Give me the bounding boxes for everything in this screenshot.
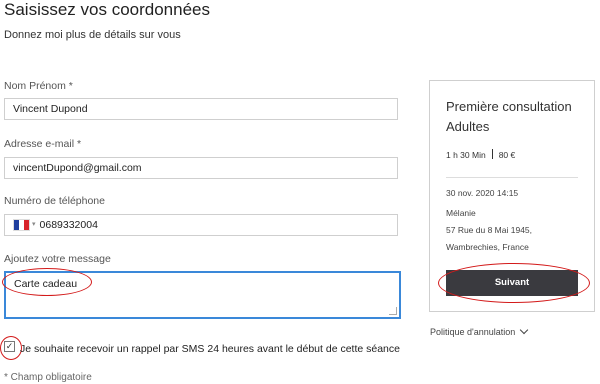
cancellation-policy-link[interactable]: Politique d'annulation (430, 325, 529, 337)
next-button[interactable]: Suivant (446, 270, 578, 296)
practitioner-name: Mélanie (446, 208, 476, 218)
message-text: Carte cadeau (14, 278, 78, 290)
meta-separator (491, 149, 493, 159)
service-meta: 1 h 30 Min 80 € (446, 149, 515, 160)
card-divider (446, 177, 578, 178)
resize-handle-icon[interactable] (389, 307, 397, 315)
chevron-down-icon (520, 325, 529, 335)
sms-checkbox-label: Je souhaite recevoir un rappel par SMS 2… (20, 343, 400, 355)
message-textarea[interactable]: Carte cadeau (4, 271, 401, 319)
name-input[interactable]: Vincent Dupond (4, 98, 398, 120)
country-dropdown-icon[interactable]: ▾ (32, 215, 36, 235)
name-label: Nom Prénom * (4, 80, 73, 92)
phone-number: 0689332004 (39, 219, 98, 231)
required-note: * Champ obligatoire (4, 372, 92, 383)
phone-label: Numéro de téléphone (4, 195, 105, 207)
appointment-datetime: 30 nov. 2020 14:15 (446, 188, 519, 198)
page-title: Saisissez vos coordonnées (4, 0, 211, 19)
phone-input[interactable]: ▾ 0689332004 (4, 214, 398, 236)
service-title: Première consultation Adultes (446, 99, 572, 134)
address-line-1: 57 Rue du 8 Mai 1945, (446, 225, 533, 235)
booking-summary-card: Première consultation Adultes 1 h 30 Min… (429, 80, 595, 312)
sms-checkbox[interactable]: ✓ (4, 341, 15, 352)
address-line-2: Wambrechies, France (446, 242, 529, 252)
service-duration: 1 h 30 Min (446, 150, 486, 160)
france-flag-icon[interactable] (13, 219, 30, 231)
cancellation-policy-label: Politique d'annulation (430, 327, 516, 337)
page-subtitle: Donnez moi plus de détails sur vous (4, 29, 181, 41)
email-label: Adresse e-mail * (4, 138, 82, 150)
service-price: 80 € (498, 150, 516, 160)
message-label: Ajoutez votre message (4, 253, 111, 265)
email-input[interactable]: vincentDupond@gmail.com (4, 157, 398, 179)
